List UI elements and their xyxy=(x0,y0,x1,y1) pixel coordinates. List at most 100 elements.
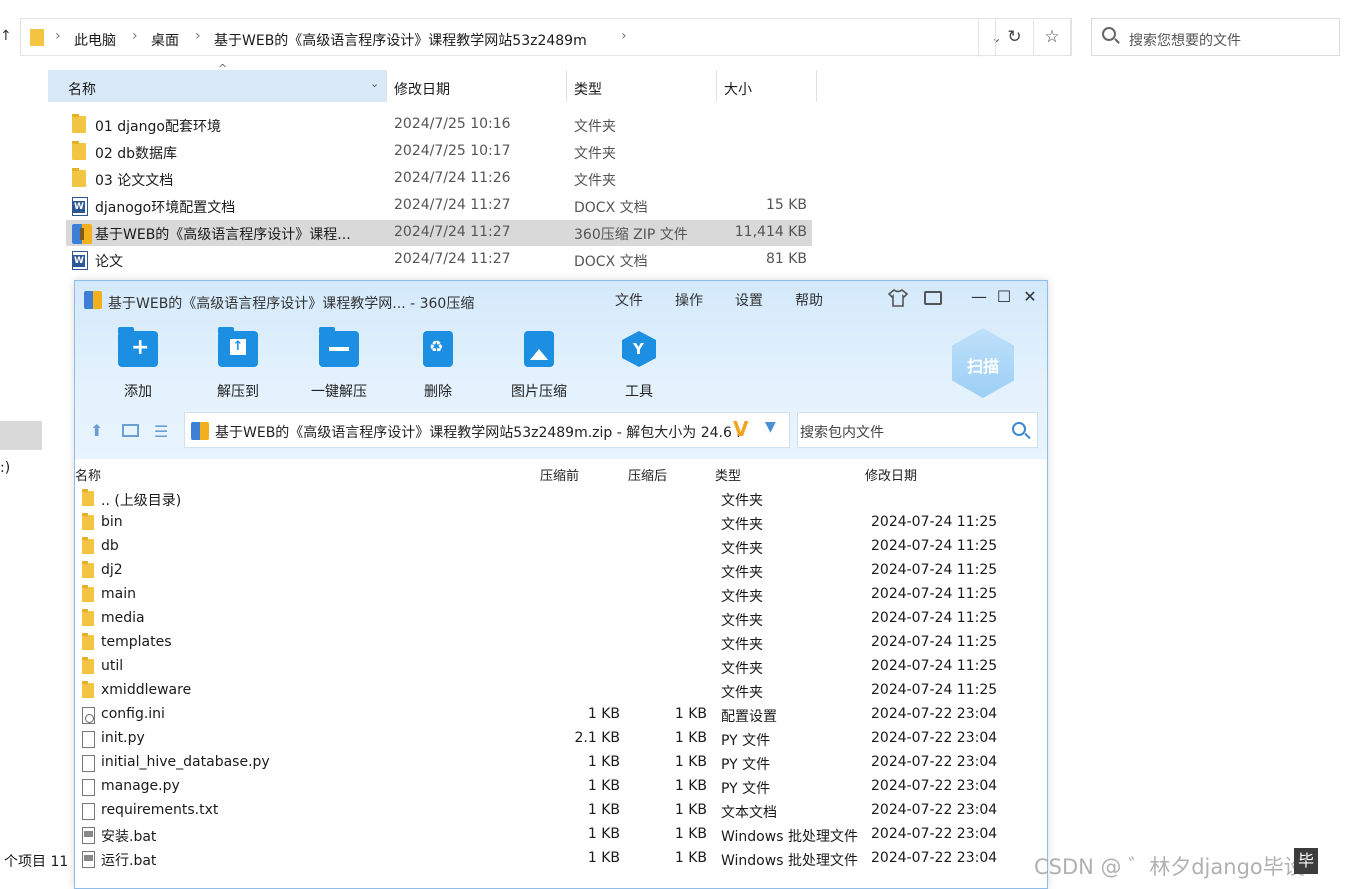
zip-file-row[interactable]: dj2 文件夹 2024-07-24 11:25 xyxy=(75,559,1047,583)
skin-shirt-icon[interactable] xyxy=(888,289,908,307)
file-name: djanogo环境配置文档 xyxy=(95,200,236,216)
zip-file-row[interactable]: .. (上级目录) 文件夹 xyxy=(75,487,1047,511)
file-row[interactable]: djanogo环境配置文档 2024/7/24 11:27 DOCX 文档 15 KB xyxy=(66,193,812,219)
tools-icon xyxy=(622,331,656,367)
refresh-button[interactable]: ↻ xyxy=(995,18,1033,56)
zip-file-row[interactable]: manage.py 1 KB 1 KB PY 文件 2024-07-22 23:04 xyxy=(75,775,1047,799)
zip-file-name: templates xyxy=(101,634,172,650)
file-row[interactable]: 03 论文文档 2024/7/24 11:26 文件夹 xyxy=(66,166,812,192)
file-date: 2024/7/24 11:27 xyxy=(394,224,511,240)
zip-file-row[interactable]: bin 文件夹 2024-07-24 11:25 xyxy=(75,511,1047,535)
archive-path-box[interactable]: 基于WEB的《高级语言程序设计》课程教学网站53z2489m.zip - 解包大… xyxy=(184,412,790,448)
extract-to-button[interactable]: 解压到 xyxy=(198,327,278,401)
zip-file-row[interactable]: util 文件夹 2024-07-24 11:25 xyxy=(75,655,1047,679)
zip-column-after[interactable]: 压缩后 xyxy=(628,465,667,484)
minimize-button[interactable]: — xyxy=(969,287,989,306)
menu-help[interactable]: 帮助 xyxy=(795,290,823,310)
zip-file-size-before: 1 KB xyxy=(587,778,620,794)
zip-file-type: 文件夹 xyxy=(721,565,763,581)
zip-file-date: 2024-07-22 23:04 xyxy=(871,730,998,746)
file-row[interactable]: 01 django配套环境 2024/7/25 10:16 文件夹 xyxy=(66,112,812,138)
chevron-down-icon[interactable]: ⌄ xyxy=(370,77,379,90)
zip-file-row[interactable]: init.py 2.1 KB 1 KB PY 文件 2024-07-22 23:04 xyxy=(75,727,1047,751)
scan-button[interactable]: 扫描 xyxy=(952,328,1014,398)
zip-file-row[interactable]: db 文件夹 2024-07-24 11:25 xyxy=(75,535,1047,559)
menu-operations[interactable]: 操作 xyxy=(675,290,703,310)
chevron-right-icon: › xyxy=(55,28,61,44)
image-compress-button[interactable]: 图片压缩 xyxy=(499,331,579,401)
explorer-search-input[interactable]: 搜索您想要的文件 xyxy=(1091,18,1340,56)
file-row[interactable]: 基于WEB的《高级语言程序设计》课程... 2024/7/24 11:27 360压… xyxy=(66,220,812,246)
delete-button[interactable]: 删除 xyxy=(398,331,478,401)
add-button[interactable]: 添加 xyxy=(98,327,178,401)
chevron-right-icon[interactable]: › xyxy=(621,28,627,44)
menu-file[interactable]: 文件 xyxy=(615,290,643,310)
nav-pane-selected-item[interactable] xyxy=(0,421,42,450)
close-button[interactable]: ✕ xyxy=(1020,287,1040,306)
zip-file-date: 2024-07-24 11:25 xyxy=(871,682,998,698)
zip-file-row[interactable]: media 文件夹 2024-07-24 11:25 xyxy=(75,607,1047,631)
path-dropdown-icon[interactable]: ▼ xyxy=(765,419,776,435)
zip-file-row[interactable]: 运行.bat 1 KB 1 KB Windows 批处理文件 2024-07-22 23… xyxy=(75,847,1047,871)
zip-file-name: dj2 xyxy=(101,562,123,578)
zip-column-name[interactable]: 名称 xyxy=(75,465,101,484)
zip-file-size-after: 1 KB xyxy=(674,754,707,770)
file-row[interactable]: 02 db数据库 2024/7/25 10:17 文件夹 xyxy=(66,139,812,165)
column-header-type[interactable]: 类型 xyxy=(567,70,716,102)
file-icon xyxy=(82,803,95,820)
zip-file-type: 文件夹 xyxy=(721,517,763,533)
vip-badge-icon[interactable]: V xyxy=(733,417,748,441)
detail-view-icon[interactable] xyxy=(122,424,139,437)
zip-file-type: 文本文档 xyxy=(721,805,777,821)
file-name: 02 db数据库 xyxy=(95,146,178,162)
zip-file-row[interactable]: templates 文件夹 2024-07-24 11:25 xyxy=(75,631,1047,655)
chevron-right-icon: › xyxy=(195,28,201,44)
breadcrumb-desktop[interactable]: 桌面 xyxy=(151,30,179,50)
favorite-button[interactable]: ☆ xyxy=(1033,18,1071,56)
menu-settings[interactable]: 设置 xyxy=(735,290,763,310)
file-date: 2024/7/25 10:16 xyxy=(394,116,511,132)
column-header-size[interactable]: 大小 xyxy=(717,70,816,102)
search-icon xyxy=(1102,27,1116,41)
up-level-icon[interactable]: ⬆ xyxy=(90,421,103,440)
zip-column-date[interactable]: 修改日期 xyxy=(865,465,917,484)
zip-column-type[interactable]: 类型 xyxy=(715,465,741,484)
column-header-date[interactable]: 修改日期 xyxy=(387,70,566,102)
archive-search-input[interactable]: 搜索包内文件 xyxy=(797,412,1038,448)
column-header-name[interactable]: 名称 ⌄ xyxy=(48,70,386,102)
zip-file-row[interactable]: xmiddleware 文件夹 2024-07-24 11:25 xyxy=(75,679,1047,703)
file-date: 2024/7/25 10:17 xyxy=(394,143,511,159)
zip-file-date: 2024-07-24 11:25 xyxy=(871,634,998,650)
zip-file-row[interactable]: 安装.bat 1 KB 1 KB Windows 批处理文件 2024-07-22 23… xyxy=(75,823,1047,847)
breadcrumb-this-pc[interactable]: 此电脑 xyxy=(74,30,116,50)
maximize-button[interactable]: ☐ xyxy=(994,287,1014,306)
breadcrumb-current-folder[interactable]: 基于WEB的《高级语言程序设计》课程教学网站53z2489m xyxy=(214,30,587,50)
up-arrow-icon[interactable]: ↑ xyxy=(0,28,12,44)
search-icon[interactable] xyxy=(1012,422,1026,436)
list-view-icon[interactable]: ☰ xyxy=(154,422,168,441)
zip-file-row[interactable]: config.ini 1 KB 1 KB 配置设置 2024-07-22 23:04 xyxy=(75,703,1047,727)
batch-file-icon xyxy=(82,851,95,868)
one-click-extract-button[interactable]: 一键解压 xyxy=(299,327,379,401)
zip-file-row[interactable]: main 文件夹 2024-07-24 11:25 xyxy=(75,583,1047,607)
message-icon[interactable] xyxy=(924,291,942,305)
chevron-right-icon: › xyxy=(132,28,138,44)
zip-file-name: db xyxy=(101,538,119,554)
file-icon xyxy=(82,755,95,772)
tools-button[interactable]: 工具 xyxy=(599,331,679,401)
scan-label: 扫描 xyxy=(966,357,999,376)
file-icon xyxy=(82,779,95,796)
zip-file-name: main xyxy=(101,586,136,602)
zip-file-size-before: 1 KB xyxy=(587,706,620,722)
zip-file-row[interactable]: initial_hive_database.py 1 KB 1 KB PY 文件 202… xyxy=(75,751,1047,775)
folder-icon xyxy=(82,513,94,530)
zip-file-type: 文件夹 xyxy=(721,661,763,677)
zip-file-size-before: 1 KB xyxy=(587,826,620,842)
file-size: 81 KB xyxy=(765,251,807,267)
address-bar[interactable]: › 此电脑 › 桌面 › 基于WEB的《高级语言程序设计》课程教学网站53z24… xyxy=(20,18,1072,57)
zip-column-before[interactable]: 压缩前 xyxy=(540,465,579,484)
zip-file-name: config.ini xyxy=(101,706,165,722)
column-divider[interactable] xyxy=(816,70,817,102)
file-row[interactable]: 论文 2024/7/24 11:27 DOCX 文档 81 KB xyxy=(66,247,812,273)
zip-file-row[interactable]: requirements.txt 1 KB 1 KB 文本文档 2024-07-22 2… xyxy=(75,799,1047,823)
